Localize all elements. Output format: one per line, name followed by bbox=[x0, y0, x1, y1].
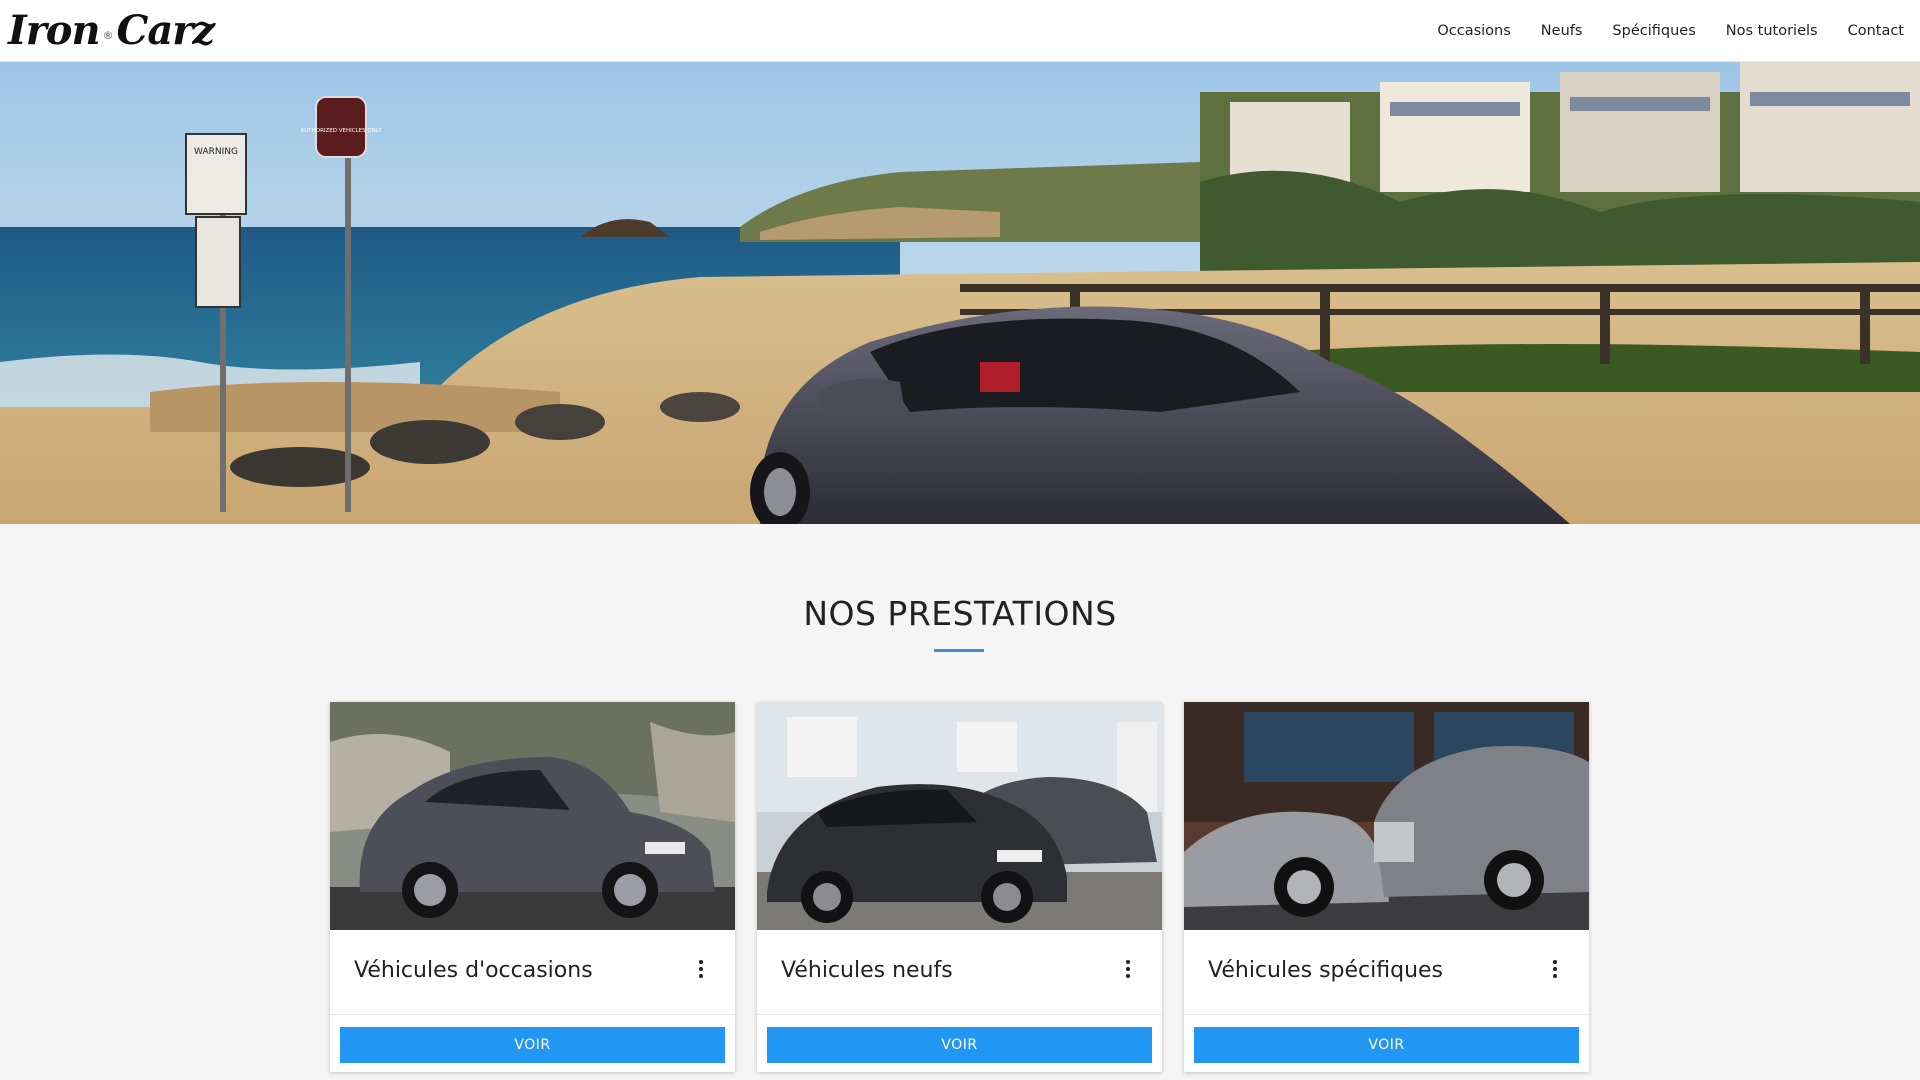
logo-registered-mark: ® bbox=[102, 28, 114, 42]
nav-link-occasions[interactable]: Occasions bbox=[1437, 23, 1510, 39]
nav-link-specifiques[interactable]: Spécifiques bbox=[1612, 23, 1695, 39]
voir-button-specifiques[interactable]: VOIR bbox=[1194, 1027, 1579, 1063]
card-car-image bbox=[1184, 702, 1589, 930]
voir-button-neufs[interactable]: VOIR bbox=[767, 1027, 1152, 1063]
card-title: Véhicules spécifiques bbox=[1208, 958, 1444, 983]
nav-link-tutoriels[interactable]: Nos tutoriels bbox=[1726, 23, 1818, 39]
card-body: Véhicules spécifiques bbox=[1184, 930, 1589, 1015]
card-body: Véhicules neufs bbox=[757, 930, 1162, 1015]
main-nav: Occasions Neufs Spécifiques Nos tutoriel… bbox=[1437, 0, 1904, 62]
card-image-occasions bbox=[330, 702, 735, 930]
brand-logo[interactable]: Iron ® Carz bbox=[8, 2, 216, 60]
card-car-image bbox=[757, 702, 1162, 930]
service-card-neufs: Véhicules neufs VOIR bbox=[757, 702, 1162, 1072]
card-title: Véhicules d'occasions bbox=[354, 958, 593, 983]
top-navbar: Iron ® Carz Occasions Neufs Spécifiques … bbox=[0, 0, 1920, 62]
nav-link-contact[interactable]: Contact bbox=[1848, 23, 1904, 39]
nav-link-neufs[interactable]: Neufs bbox=[1541, 23, 1583, 39]
card-title: Véhicules neufs bbox=[781, 958, 953, 983]
service-card-occasions: Véhicules d'occasions VOIR bbox=[330, 702, 735, 1072]
service-card-specifiques: Véhicules spécifiques VOIR bbox=[1184, 702, 1589, 1072]
hero-banner: WARNING AUTHORIZED VEHICLES ONLY bbox=[0, 62, 1920, 524]
more-vert-icon[interactable] bbox=[1551, 960, 1559, 982]
hero-sign-warning: WARNING bbox=[194, 147, 238, 157]
hero-beach-car-image: WARNING AUTHORIZED VEHICLES ONLY bbox=[0, 62, 1920, 524]
hero-sign-authorized: AUTHORIZED VEHICLES ONLY bbox=[300, 128, 382, 134]
more-vert-icon[interactable] bbox=[1124, 960, 1132, 982]
logo-text-right: Carz bbox=[116, 7, 216, 54]
card-car-image bbox=[330, 702, 735, 930]
section-title: NOS PRESTATIONS bbox=[803, 594, 1117, 633]
more-vert-icon[interactable] bbox=[697, 960, 705, 982]
logo-text-left: Iron bbox=[8, 7, 101, 54]
card-image-neufs bbox=[757, 702, 1162, 930]
card-image-specifiques bbox=[1184, 702, 1589, 930]
section-title-underline bbox=[934, 649, 984, 652]
card-body: Véhicules d'occasions bbox=[330, 930, 735, 1015]
voir-button-occasions[interactable]: VOIR bbox=[340, 1027, 725, 1063]
